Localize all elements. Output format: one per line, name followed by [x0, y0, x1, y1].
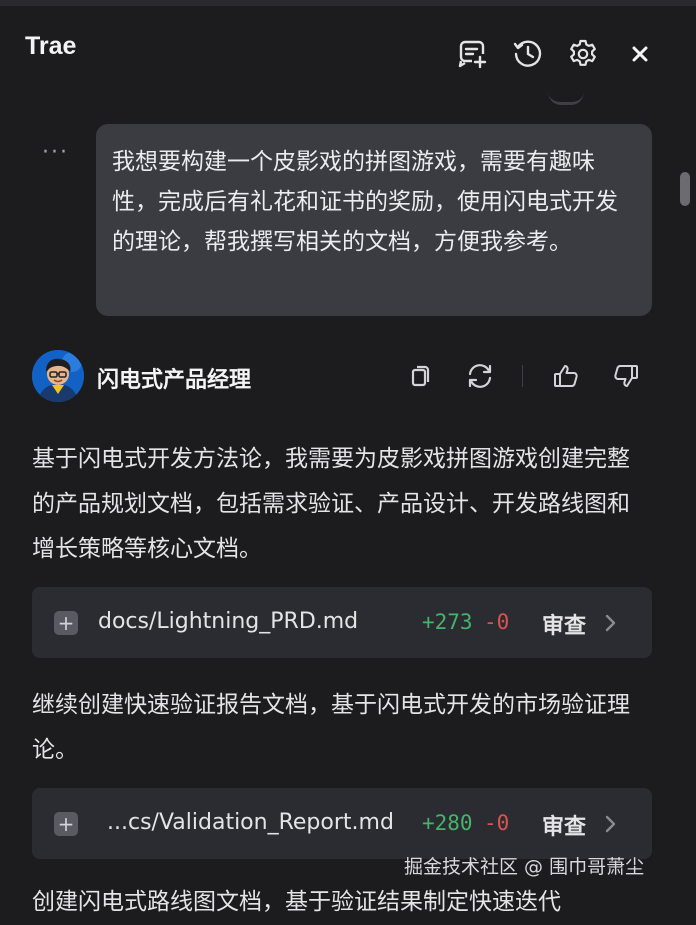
- agent-name: 闪电式产品经理: [97, 368, 252, 393]
- expand-file-icon[interactable]: +: [54, 611, 78, 635]
- lines-added: +280: [422, 811, 473, 835]
- file-change-card[interactable]: + docs/Lightning_PRD.md +273 -0 审查: [32, 587, 652, 658]
- previous-avatar-fragment: [548, 92, 584, 105]
- assistant-paragraph-1: 基于闪电式开发方法论，我需要为皮影戏拼图游戏创建完整的产品规划文档，包括需求验证…: [32, 446, 630, 562]
- review-button[interactable]: 审查: [542, 809, 586, 841]
- agent-avatar-image: [32, 350, 84, 402]
- user-message-bubble: 我想要构建一个皮影戏的拼图游戏，需要有趣味性，完成后有礼花和证书的奖励，使用闪电…: [96, 124, 652, 316]
- lines-added: +273: [422, 610, 473, 634]
- chevron-right-icon: [605, 815, 616, 833]
- copy-icon: [411, 365, 430, 387]
- close-button[interactable]: [622, 36, 658, 72]
- panel-header: Trae: [0, 6, 696, 86]
- copy-button[interactable]: [402, 358, 438, 394]
- expand-file-icon[interactable]: +: [54, 812, 78, 836]
- thumbs-up-icon: [554, 365, 578, 387]
- lines-removed: -0: [484, 811, 510, 835]
- history-icon: [513, 40, 542, 67]
- review-button[interactable]: 审查: [542, 608, 586, 640]
- file-change-card[interactable]: + ...cs/Validation_Report.md +280 -0 审查: [32, 788, 652, 859]
- watermark: 掘金技术社区 @ 围巾哥萧尘: [404, 856, 645, 878]
- thumbs-up-button[interactable]: [548, 358, 584, 394]
- message-more-button[interactable]: ···: [42, 140, 69, 165]
- regenerate-button[interactable]: [462, 358, 498, 394]
- assistant-paragraph-3: 创建闪电式路线图文档，基于验证结果制定快速迭代: [32, 889, 561, 915]
- scrollbar-thumb[interactable]: [680, 172, 690, 206]
- assistant-paragraph-2: 继续创建快速验证报告文档，基于闪电式开发的市场验证理论。: [32, 692, 630, 763]
- regenerate-icon: [468, 364, 492, 388]
- app-title: Trae: [25, 32, 77, 60]
- action-divider: [522, 365, 523, 387]
- thumbs-down-icon: [614, 365, 638, 387]
- new-chat-button[interactable]: [454, 36, 490, 72]
- settings-button[interactable]: [565, 36, 601, 72]
- file-name: ...cs/Validation_Report.md: [107, 810, 394, 835]
- close-icon: [632, 46, 648, 62]
- lines-removed: -0: [484, 610, 510, 634]
- chevron-right-icon: [605, 614, 616, 632]
- agent-avatar: [32, 350, 84, 402]
- history-button[interactable]: [510, 36, 546, 72]
- thumbs-down-button[interactable]: [608, 358, 644, 394]
- user-message-text: 我想要构建一个皮影戏的拼图游戏，需要有趣味性，完成后有礼花和证书的奖励，使用闪电…: [112, 149, 618, 255]
- settings-icon: [570, 39, 596, 66]
- file-name: docs/Lightning_PRD.md: [98, 609, 359, 634]
- new-chat-icon: [458, 40, 487, 69]
